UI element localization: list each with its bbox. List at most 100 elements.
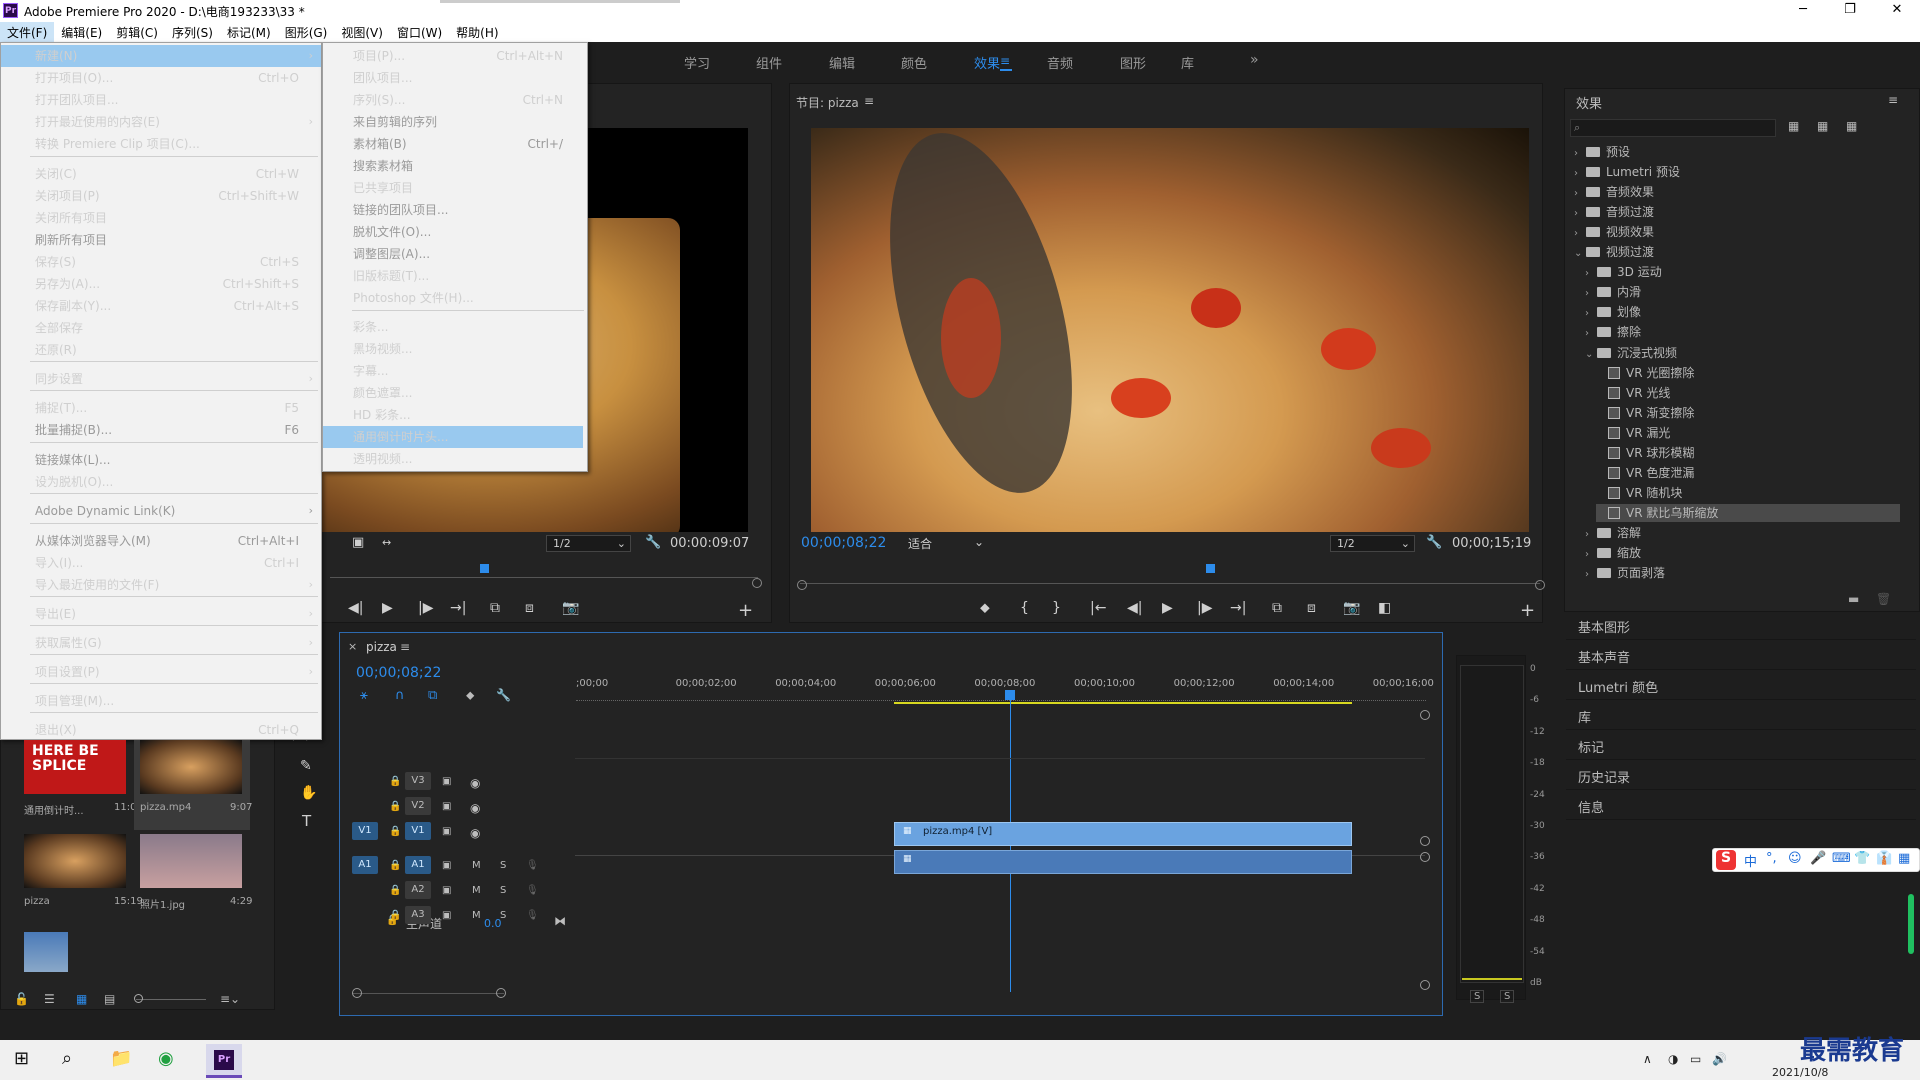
track-target-V2[interactable]: V2 — [405, 797, 431, 815]
effects-section-6[interactable]: 信息 — [1578, 797, 1604, 816]
windows-start-icon[interactable]: ⊞ — [14, 1048, 29, 1069]
effects-tree-item[interactable]: › 划像 — [1585, 303, 1641, 321]
effects-section-2[interactable]: Lumetri 颜色 — [1578, 677, 1658, 696]
track-target-A1[interactable]: A1 — [405, 856, 431, 874]
menu-4[interactable]: 标记(M) — [220, 22, 278, 42]
new-menu-item[interactable]: 彩条... — [323, 316, 583, 338]
effects-tree-item[interactable]: VR 光圈擦除 — [1596, 364, 1694, 382]
ime-button[interactable]: °, — [1766, 851, 1777, 866]
lift-button[interactable]: ⧉ — [1272, 600, 1282, 616]
effects-tree-item[interactable]: › 缩放 — [1585, 544, 1641, 562]
file-explorer-icon[interactable]: 📁 — [110, 1048, 132, 1069]
sync-lock-icon[interactable]: ▣ — [442, 776, 451, 787]
network-icon[interactable]: ▭ — [1690, 1052, 1701, 1066]
effects-tree-item[interactable]: ⌄ 沉浸式视频 — [1585, 344, 1677, 362]
file-menu-item[interactable]: 导入(I)... Ctrl+I — [1, 552, 321, 574]
tray-expand-icon[interactable]: ∧ — [1643, 1052, 1652, 1066]
file-menu-item[interactable]: 项目管理(M)... — [1, 690, 321, 712]
lock-icon[interactable]: 🔒 — [389, 776, 401, 787]
source-scrub-bar[interactable] — [330, 572, 758, 578]
zoom-slider-handle[interactable] — [134, 994, 143, 1003]
chevron-right-icon[interactable]: › — [1585, 265, 1597, 283]
menu-1[interactable]: 编辑(E) — [54, 22, 109, 42]
go-to-in-icon[interactable]: |← — [1090, 600, 1106, 616]
camera-icon[interactable]: 📷 — [562, 600, 579, 616]
close-icon[interactable]: ✕ — [1882, 2, 1912, 17]
wrench-icon[interactable]: 🔧 — [645, 535, 661, 550]
ime-button[interactable]: 👔 — [1876, 851, 1892, 866]
go-to-out-icon[interactable]: →| — [1230, 600, 1246, 616]
new-bin-icon[interactable]: ▬ — [1848, 592, 1859, 606]
32bit-effects-icon[interactable]: ▦ — [1817, 119, 1828, 133]
workspace-menu-icon[interactable]: ≡ — [1000, 54, 1010, 68]
minimize-icon[interactable]: ─ — [1788, 2, 1818, 17]
meter-solo-button[interactable]: S — [1470, 990, 1485, 1003]
menu-0[interactable]: 文件(F) — [0, 22, 55, 42]
step-forward-icon[interactable]: |▶ — [418, 600, 433, 616]
sync-lock-icon[interactable]: ▣ — [442, 885, 451, 896]
file-menu-item[interactable]: 导出(E) › — [1, 603, 321, 625]
menu-6[interactable]: 视图(V) — [334, 22, 390, 42]
step-back-icon[interactable]: ◀| — [1127, 600, 1142, 616]
panel-menu-icon[interactable]: ≡ — [1888, 93, 1898, 107]
taskbar-premiere-button[interactable]: Pr — [206, 1044, 242, 1078]
new-menu-item[interactable]: 调整图层(A)... — [323, 243, 583, 265]
track-target-V1[interactable]: V1 — [405, 822, 431, 840]
step-forward-icon[interactable]: |▶ — [1197, 600, 1212, 616]
microphone-icon[interactable]: 🎙 — [526, 860, 539, 871]
add-marker-icon[interactable]: ⬥ — [466, 688, 474, 703]
scroll-handle[interactable] — [797, 580, 807, 590]
new-menu-item[interactable]: 颜色遮罩... — [323, 382, 583, 404]
go-to-end-icon[interactable]: ⧓ — [554, 914, 566, 928]
menu-5[interactable]: 图形(G) — [278, 22, 335, 42]
new-menu-item[interactable]: Photoshop 文件(H)... — [323, 287, 583, 309]
effects-tree-item[interactable]: VR 渐变擦除 — [1596, 404, 1694, 422]
lock-icon[interactable]: 🔒 — [389, 885, 401, 896]
timeline-playhead-head[interactable] — [1005, 690, 1015, 700]
track-target-A3[interactable]: A3 — [405, 906, 431, 924]
file-menu-item[interactable]: 打开团队项目... — [1, 89, 321, 111]
overwrite-button[interactable]: ⧈ — [525, 600, 534, 616]
chevron-right-icon[interactable]: › — [1574, 185, 1586, 203]
volume-icon[interactable]: 🔊 — [1712, 1052, 1727, 1066]
mute-button[interactable]: M — [472, 885, 481, 896]
camera-icon[interactable]: 📷 — [1343, 600, 1360, 616]
effects-tree-item[interactable]: VR 默比乌斯缩放 — [1596, 503, 1900, 522]
audio-clip[interactable]: ▦ — [894, 850, 1352, 874]
trash-icon[interactable]: 🗑 — [1876, 592, 1891, 606]
solo-button[interactable]: S — [500, 885, 506, 896]
chevron-right-icon[interactable]: › — [1574, 205, 1586, 223]
step-back-icon[interactable]: ◀| — [348, 600, 363, 616]
video-clip[interactable]: ▦ pizza.mp4 [V] — [894, 822, 1352, 846]
pen-tool-icon[interactable]: ✎ — [300, 758, 312, 774]
play-icon[interactable]: ▶ — [1162, 600, 1173, 616]
chevron-right-icon[interactable]: › — [1585, 325, 1597, 343]
workspace-tab-2[interactable]: 编辑 — [829, 53, 855, 72]
file-menu-item[interactable]: 同步设置 › — [1, 368, 321, 390]
ime-button[interactable]: ▦ — [1898, 851, 1910, 866]
effects-section-3[interactable]: 库 — [1578, 707, 1591, 726]
file-menu-item[interactable]: 关闭项目(P) Ctrl+Shift+W — [1, 185, 321, 207]
track-target-A2[interactable]: A2 — [405, 881, 431, 899]
ime-button[interactable]: ☺ — [1788, 851, 1802, 866]
eye-icon[interactable]: ◉ — [470, 801, 480, 815]
play-icon[interactable]: ▶ — [382, 600, 393, 616]
file-menu-item[interactable]: 保存副本(Y)... Ctrl+Alt+S — [1, 295, 321, 317]
track-target-V3[interactable]: V3 — [405, 772, 431, 790]
freeform-view-icon[interactable]: ▤ — [104, 992, 115, 1006]
sort-icon[interactable]: ≡⌄ — [220, 992, 240, 1006]
file-menu-item[interactable]: 从媒体浏览器导入(M) Ctrl+Alt+I — [1, 530, 321, 552]
scroll-handle[interactable] — [1420, 980, 1430, 990]
program-zoom-select[interactable]: 1/2 ⌄ — [1330, 535, 1415, 552]
sync-lock-icon[interactable]: ▣ — [442, 860, 451, 871]
scroll-handle[interactable] — [1420, 710, 1430, 720]
file-menu-item[interactable]: 设为脱机(O)... — [1, 471, 321, 493]
file-menu-item[interactable]: 项目设置(P) › — [1, 661, 321, 683]
new-menu-item[interactable]: 项目(P)... Ctrl+Alt+N — [323, 45, 583, 67]
effects-section-4[interactable]: 标记 — [1578, 737, 1604, 756]
effects-tree-item[interactable]: › 内滑 — [1585, 283, 1641, 301]
chevron-right-icon[interactable]: › — [1585, 526, 1597, 544]
new-menu-item[interactable]: 透明视频... — [323, 448, 583, 470]
effects-section-0[interactable]: 基本图形 — [1578, 617, 1630, 636]
timeline-timecode[interactable]: 00;00;08;22 — [356, 665, 441, 681]
